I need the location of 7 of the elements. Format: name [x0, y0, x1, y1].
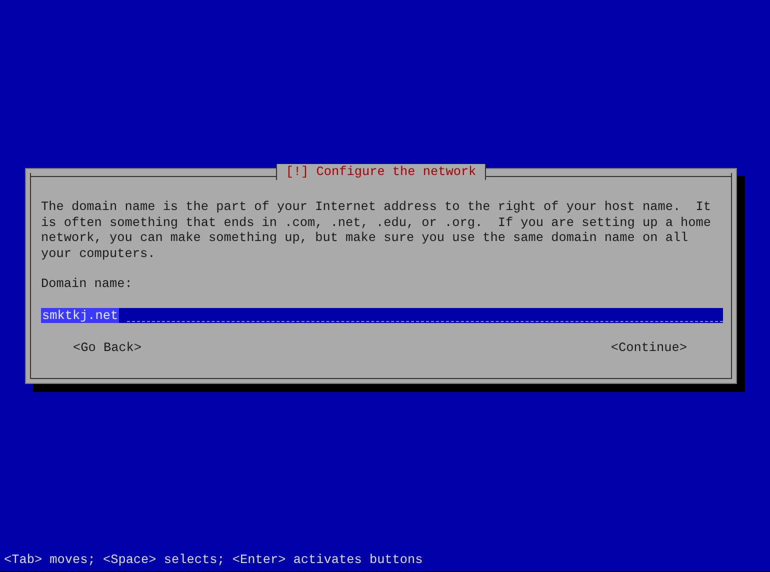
field-label: Domain name:	[41, 276, 134, 292]
dialog-button[interactable]: <Go Back>	[73, 340, 142, 355]
dialog-button[interactable]: <Continue>	[610, 340, 687, 355]
description-text: The domain name is the part of your Internet address to the right of your host name. It is often something that ends in .com, .net, .edu, or .org. If you are setting up a home network, you can make something up, but make sure you use the same domain name on all your computers.	[41, 199, 712, 261]
domain-name-input[interactable]: smktkj.net	[41, 308, 723, 322]
dialog-title: [!] Configure the network	[276, 164, 486, 180]
keyboard-help-text: <Tab> moves; <Space> selects; <Enter> activates buttons	[3, 552, 424, 567]
